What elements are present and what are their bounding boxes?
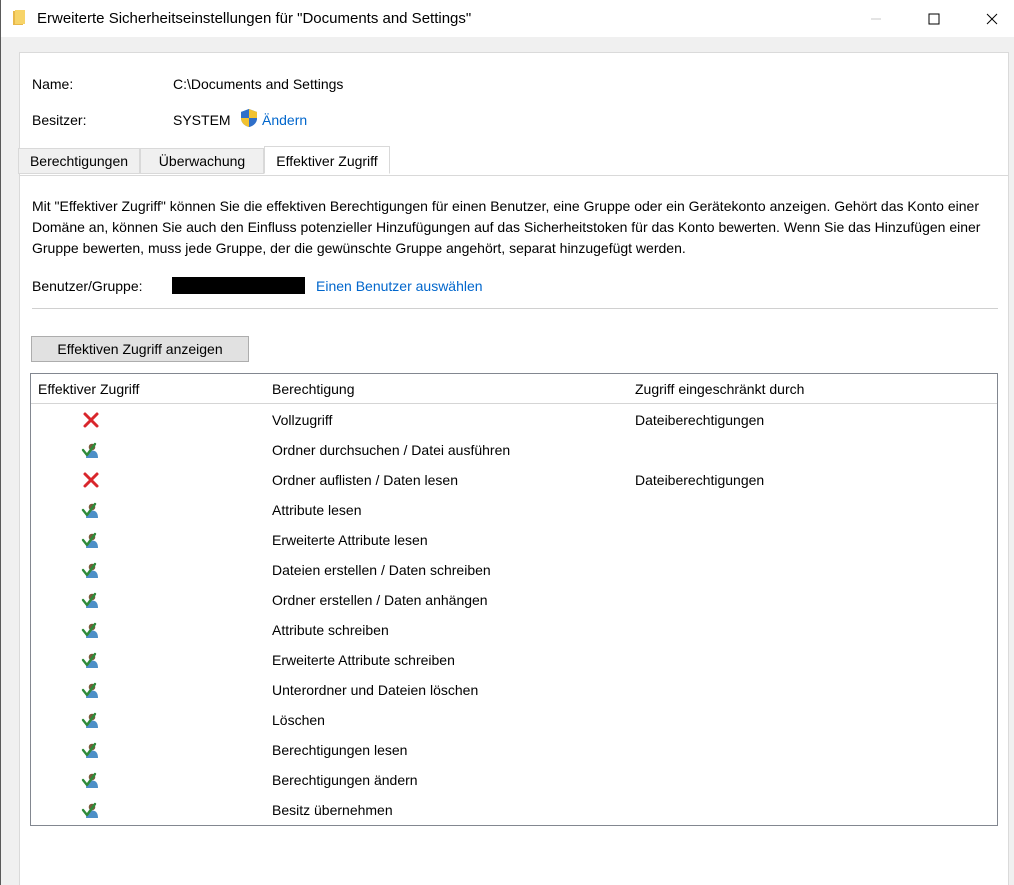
user-check-icon xyxy=(81,710,101,730)
name-label: Name: xyxy=(32,76,74,92)
table-row[interactable]: Attribute lesen xyxy=(31,495,997,525)
owner-value: SYSTEM xyxy=(173,112,231,128)
column-header-limited-by[interactable]: Zugriff eingeschränkt durch xyxy=(635,381,804,397)
permission-name: Berechtigungen lesen xyxy=(272,742,408,758)
table-row[interactable]: Unterordner und Dateien löschen xyxy=(31,675,997,705)
permission-name: Attribute lesen xyxy=(272,502,362,518)
permission-name: Ordner erstellen / Daten anhängen xyxy=(272,592,488,608)
folder-icon xyxy=(13,10,25,25)
limited-by: Dateiberechtigungen xyxy=(635,412,765,428)
show-effective-access-button[interactable]: Effektiven Zugriff anzeigen xyxy=(31,336,249,362)
owner-label: Besitzer: xyxy=(32,112,87,128)
user-check-icon xyxy=(81,680,101,700)
user-check-icon xyxy=(81,560,101,580)
window-title: Erweiterte Sicherheitseinstellungen für … xyxy=(37,10,472,27)
table-row[interactable]: Ordner auflisten / Daten lesen Dateiberec… xyxy=(31,465,997,495)
table-row[interactable]: Besitz übernehmen xyxy=(31,795,997,825)
user-check-icon xyxy=(81,500,101,520)
tab-permissions[interactable]: Berechtigungen xyxy=(18,148,140,174)
redacted-user-value xyxy=(172,277,305,294)
close-button[interactable] xyxy=(969,0,1014,37)
table-row[interactable]: Vollzugriff Dateiberechtigungen xyxy=(31,405,997,435)
minimize-icon xyxy=(871,18,881,19)
user-check-icon xyxy=(81,740,101,760)
name-value: C:\Documents and Settings xyxy=(173,76,344,92)
table-row[interactable]: Attribute schreiben xyxy=(31,615,997,645)
user-check-icon xyxy=(81,530,101,550)
security-settings-window: Erweiterte Sicherheitseinstellungen für … xyxy=(0,0,1014,885)
user-check-icon xyxy=(81,590,101,610)
select-user-link[interactable]: Einen Benutzer auswählen xyxy=(316,278,483,294)
table-row[interactable]: Löschen xyxy=(31,705,997,735)
permission-name: Erweiterte Attribute schreiben xyxy=(272,652,455,668)
permission-name: Unterordner und Dateien löschen xyxy=(272,682,479,698)
user-check-icon xyxy=(81,770,101,790)
table-row[interactable]: Erweiterte Attribute lesen xyxy=(31,525,997,555)
tab-effective-access[interactable]: Effektiver Zugriff xyxy=(264,146,390,174)
table-body: Vollzugriff Dateiberechtigungen Ordner dur… xyxy=(31,405,997,825)
table-header: Effektiver Zugriff Berechtigung Zugriff … xyxy=(31,374,997,404)
minimize-button[interactable] xyxy=(853,0,899,37)
tab-auditing[interactable]: Überwachung xyxy=(140,148,264,174)
permission-name: Dateien erstellen / Daten schreiben xyxy=(272,562,491,578)
maximize-button[interactable] xyxy=(911,0,957,37)
limited-by: Dateiberechtigungen xyxy=(635,472,765,488)
divider xyxy=(32,308,998,309)
column-header-effective-access[interactable]: Effektiver Zugriff xyxy=(38,381,139,397)
permission-name: Erweiterte Attribute lesen xyxy=(272,532,428,548)
table-row[interactable]: Ordner durchsuchen / Datei ausführen xyxy=(31,435,997,465)
table-row[interactable]: Berechtigungen ändern xyxy=(31,765,997,795)
permission-name: Vollzugriff xyxy=(272,412,333,428)
close-icon xyxy=(986,13,998,24)
uac-shield-icon xyxy=(241,109,257,127)
user-check-icon xyxy=(81,650,101,670)
tab-divider xyxy=(20,175,1008,176)
red-x-icon xyxy=(81,470,101,490)
effective-access-table: Effektiver Zugriff Berechtigung Zugriff … xyxy=(30,373,998,826)
red-x-icon xyxy=(81,410,101,430)
user-group-label: Benutzer/Gruppe: xyxy=(32,278,143,294)
permission-name: Besitz übernehmen xyxy=(272,802,393,818)
table-row[interactable]: Berechtigungen lesen xyxy=(31,735,997,765)
table-row[interactable]: Erweiterte Attribute schreiben xyxy=(31,645,997,675)
maximize-icon xyxy=(928,13,940,24)
dialog-content: Name: C:\Documents and Settings Besitzer… xyxy=(18,52,1009,885)
table-row[interactable]: Ordner erstellen / Daten anhängen xyxy=(31,585,997,615)
permission-name: Ordner durchsuchen / Datei ausführen xyxy=(272,442,511,458)
table-row[interactable]: Dateien erstellen / Daten schreiben xyxy=(31,555,997,585)
change-owner-link[interactable]: Ändern xyxy=(262,112,307,128)
title-bar[interactable]: Erweiterte Sicherheitseinstellungen für … xyxy=(1,0,1014,37)
tab-strip: Berechtigungen Überwachung Effektiver Zu… xyxy=(18,146,1008,175)
user-check-icon xyxy=(81,440,101,460)
effective-access-description: Mit "Effektiver Zugriff" können Sie die … xyxy=(32,198,981,256)
permission-name: Berechtigungen ändern xyxy=(272,772,418,788)
column-header-permission[interactable]: Berechtigung xyxy=(272,381,355,397)
user-check-icon xyxy=(81,620,101,640)
permission-name: Attribute schreiben xyxy=(272,622,389,638)
permission-name: Löschen xyxy=(272,712,325,728)
user-check-icon xyxy=(81,800,101,820)
permission-name: Ordner auflisten / Daten lesen xyxy=(272,472,458,488)
